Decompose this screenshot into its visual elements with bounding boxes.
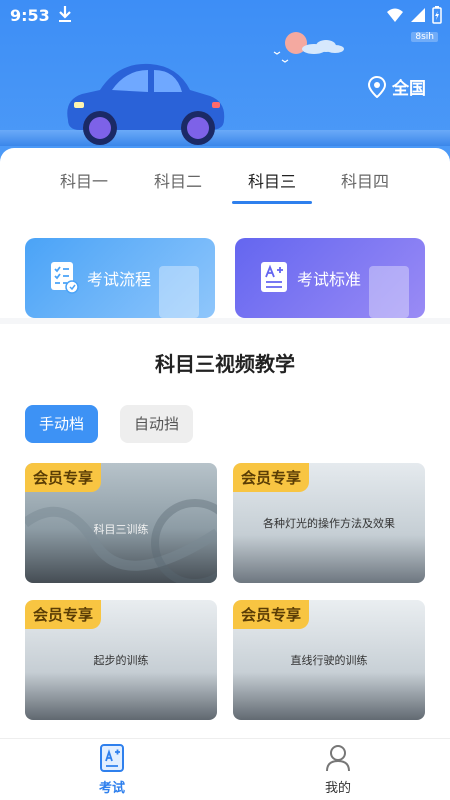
network-speed: 8sih <box>411 32 438 42</box>
cloud-illustration <box>302 40 344 54</box>
auto-gear-tab[interactable]: 自动挡 <box>120 405 194 443</box>
member-badge: 会员专享 <box>25 600 102 629</box>
battery-icon <box>432 6 442 24</box>
exam-icon <box>100 744 124 772</box>
exam-standard-card[interactable]: 考试标准 <box>235 238 425 318</box>
user-icon <box>326 745 350 772</box>
video-title: 科目三训练 <box>93 523 149 536</box>
manual-gear-tab[interactable]: 手动档 <box>25 405 99 443</box>
document-decoration-icon <box>369 266 409 318</box>
signal-icon <box>411 8 425 22</box>
video-title: 各种灯光的操作方法及效果 <box>263 517 395 530</box>
video-card[interactable]: 会员专享 起步的训练 <box>25 600 217 720</box>
subject-tabs: 科目一 科目二 科目三 科目四 <box>0 148 450 208</box>
status-icons <box>386 6 442 24</box>
nav-item-mine[interactable]: 我的 <box>298 743 378 796</box>
member-badge: 会员专享 <box>25 463 102 492</box>
video-card[interactable]: 会员专享 直线行驶的训练 <box>233 600 425 720</box>
birds-illustration <box>273 51 289 63</box>
nav-item-exam[interactable]: 考试 <box>72 743 152 796</box>
nav-label-mine: 我的 <box>324 781 351 796</box>
download-icon <box>59 6 71 22</box>
location-label: 全国 <box>392 79 426 99</box>
video-title: 起步的训练 <box>93 654 149 667</box>
section-divider <box>0 318 450 324</box>
section-title: 科目三视频教学 <box>155 352 295 376</box>
tab-subject-2[interactable]: 科目二 <box>138 168 218 192</box>
tab-subject-3[interactable]: 科目三 <box>232 168 312 192</box>
main-content: 科目一 科目二 科目三 科目四 考试流程 考试标准 科目三视频教学 手动档 自动… <box>0 148 450 738</box>
video-card[interactable]: 会员专享 科目三训练 <box>25 463 217 583</box>
status-time: 9:53 <box>10 6 50 25</box>
location-selector[interactable]: 全国 <box>368 74 426 99</box>
video-title: 直线行驶的训练 <box>290 654 368 667</box>
exam-standard-label: 考试标准 <box>297 270 362 289</box>
video-card[interactable]: 会员专享 各种灯光的操作方法及效果 <box>233 463 425 583</box>
checklist-icon <box>51 262 79 294</box>
member-badge: 会员专享 <box>233 600 310 629</box>
wifi-icon <box>387 8 403 22</box>
tab-subject-1[interactable]: 科目一 <box>44 168 124 192</box>
active-tab-indicator <box>232 201 312 204</box>
exam-process-card[interactable]: 考试流程 <box>25 238 215 318</box>
exam-process-label: 考试流程 <box>87 270 152 289</box>
status-bar: 9:53 8sih <box>0 0 450 42</box>
bottom-nav: 考试 我的 <box>0 738 450 800</box>
tab-subject-4[interactable]: 科目四 <box>325 168 405 192</box>
nav-label-exam: 考试 <box>98 781 125 796</box>
document-a-plus-icon <box>261 262 287 292</box>
member-badge: 会员专享 <box>233 463 310 492</box>
location-pin-icon <box>368 75 386 98</box>
checklist-decoration-icon <box>159 266 199 318</box>
car-illustration <box>67 63 225 145</box>
